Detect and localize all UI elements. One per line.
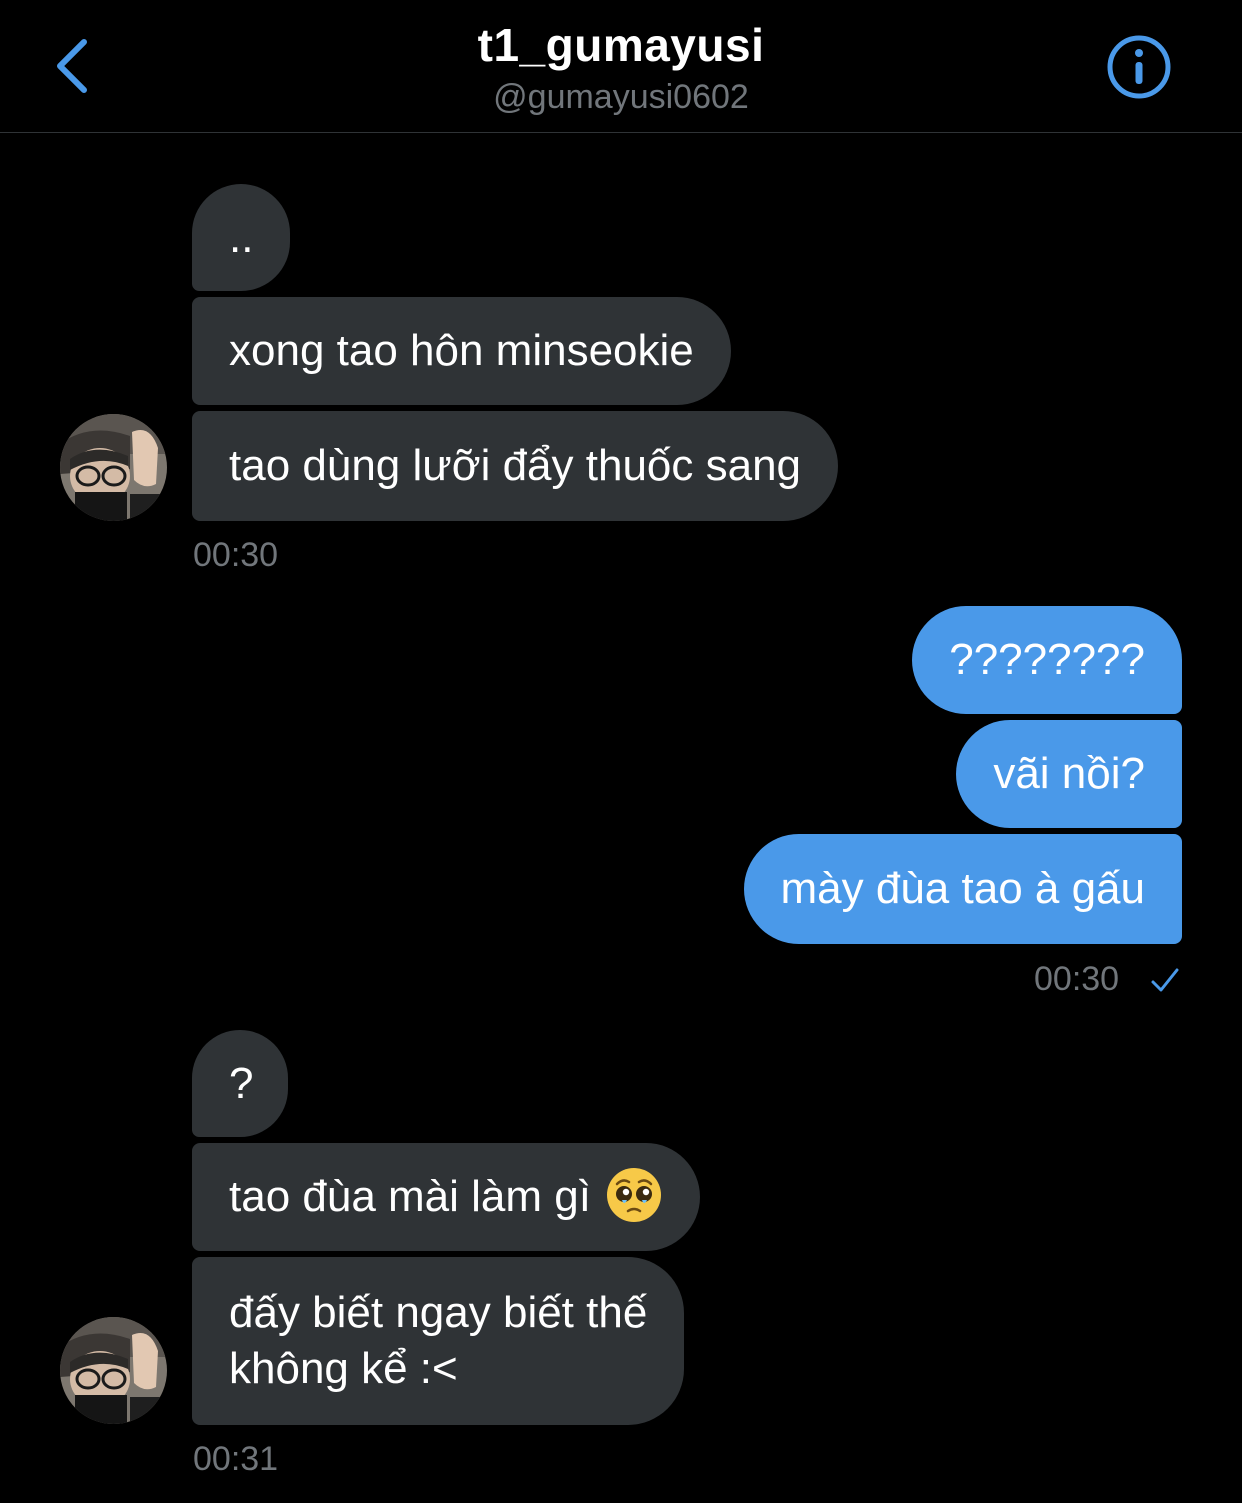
outgoing-message[interactable]: vãi nồi? <box>956 720 1182 828</box>
message-text: tao đùa mài làm gì <box>229 1172 591 1221</box>
incoming-message[interactable]: ? <box>192 1030 288 1137</box>
timestamp: 00:30 <box>1034 960 1120 998</box>
conversation-title[interactable]: t1_gumayusi <box>0 18 1242 72</box>
incoming-message[interactable]: .. <box>192 184 290 291</box>
message-line: không kể :< <box>229 1344 458 1393</box>
incoming-message[interactable]: tao đùa mài làm gì <box>192 1143 700 1251</box>
conversation-header: t1_gumayusi @gumayusi0602 <box>0 0 1242 133</box>
info-circle-icon <box>1107 35 1171 99</box>
pleading-face-emoji <box>606 1168 661 1223</box>
info-button[interactable] <box>1106 34 1172 100</box>
avatar[interactable] <box>60 414 167 521</box>
outgoing-message[interactable]: mày đùa tao à gấu <box>743 834 1182 944</box>
timestamp: 00:30 <box>193 536 279 574</box>
avatar[interactable] <box>60 1317 167 1424</box>
timestamp: 00:31 <box>193 1440 279 1478</box>
incoming-message[interactable]: tao dùng lưỡi đẩy thuốc sang <box>192 411 839 521</box>
checkmark-icon <box>1151 968 1179 992</box>
outgoing-message[interactable]: ???????? <box>912 606 1182 714</box>
incoming-message[interactable]: đấy biết ngay biết thế không kể :< <box>192 1257 685 1425</box>
message-line: đấy biết ngay biết thế <box>229 1288 648 1337</box>
incoming-message[interactable]: xong tao hôn minseokie <box>192 297 731 405</box>
conversation-handle[interactable]: @gumayusi0602 <box>0 78 1242 117</box>
